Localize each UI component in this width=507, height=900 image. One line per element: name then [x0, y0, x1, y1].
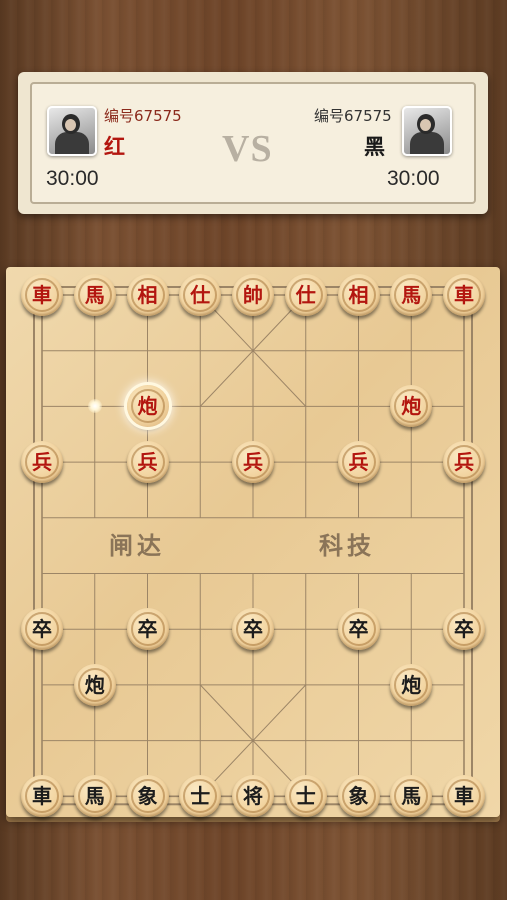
red-piece[interactable]: 兵 — [126, 441, 169, 484]
piece-label: 卒 — [454, 617, 474, 642]
piece-label: 卒 — [137, 617, 158, 642]
piece-label: 兵 — [454, 450, 474, 475]
red-piece[interactable]: 兵 — [443, 441, 485, 484]
piece-label: 仕 — [190, 283, 211, 307]
black-piece[interactable]: 卒 — [126, 608, 169, 651]
red-piece[interactable]: 仕 — [179, 274, 222, 316]
piece-label: 士 — [190, 784, 211, 809]
black-piece[interactable]: 車 — [21, 775, 63, 818]
black-piece[interactable]: 卒 — [443, 608, 485, 651]
piece-label: 炮 — [401, 394, 422, 419]
black-piece[interactable]: 馬 — [73, 775, 116, 818]
piece-label: 炮 — [84, 672, 105, 697]
red-piece[interactable]: 相 — [126, 274, 169, 316]
piece-label: 相 — [137, 283, 158, 307]
piece-label: 兵 — [137, 450, 158, 475]
black-piece[interactable]: 士 — [284, 775, 327, 818]
board-grid — [33, 286, 473, 806]
black-piece[interactable]: 車 — [443, 775, 485, 818]
piece-label: 将 — [243, 784, 263, 809]
vs-label: VS — [222, 128, 273, 170]
piece-label: 兵 — [348, 450, 369, 475]
piece-label: 車 — [454, 784, 474, 809]
chess-board[interactable]: 闸达 科技 — [6, 267, 500, 817]
piece-label: 卒 — [32, 617, 52, 642]
red-player-timer: 30:00 — [46, 167, 99, 190]
red-piece[interactable]: 車 — [21, 274, 63, 316]
red-piece[interactable]: 馬 — [73, 274, 116, 316]
red-player-avatar[interactable] — [47, 106, 97, 156]
black-piece[interactable]: 卒 — [232, 608, 274, 651]
piece-label: 炮 — [137, 394, 158, 419]
piece-label: 仕 — [295, 283, 316, 307]
red-piece[interactable]: 帥 — [232, 274, 274, 316]
piece-label: 馬 — [401, 784, 422, 809]
red-player-id: 编号67575 — [104, 107, 182, 125]
red-piece[interactable]: 仕 — [284, 274, 327, 316]
black-piece[interactable]: 炮 — [73, 663, 116, 706]
piece-label: 象 — [348, 784, 369, 809]
black-piece[interactable]: 卒 — [21, 608, 63, 651]
piece-label: 馬 — [84, 784, 105, 809]
piece-label: 象 — [137, 784, 158, 809]
piece-label: 卒 — [348, 617, 369, 642]
piece-label: 車 — [32, 283, 52, 307]
black-piece[interactable]: 象 — [126, 775, 169, 818]
red-piece[interactable]: 兵 — [21, 441, 63, 484]
black-piece[interactable]: 卒 — [337, 608, 380, 651]
black-player-timer: 30:00 — [387, 167, 440, 190]
piece-label: 兵 — [32, 450, 52, 475]
piece-label: 車 — [32, 784, 52, 809]
red-piece[interactable]: 馬 — [390, 274, 433, 316]
red-piece[interactable]: 兵 — [337, 441, 380, 484]
black-player-id: 编号67575 — [314, 107, 392, 125]
red-piece[interactable]: 炮 — [126, 385, 169, 428]
red-piece[interactable]: 車 — [443, 274, 485, 316]
red-player-name: 红 — [104, 135, 125, 159]
black-player-avatar[interactable] — [402, 106, 452, 156]
piece-label: 兵 — [243, 450, 263, 475]
piece-label: 相 — [348, 283, 369, 307]
piece-label: 士 — [295, 784, 316, 809]
piece-label: 卒 — [243, 617, 263, 642]
piece-label: 馬 — [84, 283, 105, 307]
piece-label: 馬 — [401, 283, 422, 307]
river-text-right: 科技 — [319, 532, 375, 560]
black-piece[interactable]: 炮 — [390, 663, 433, 706]
black-player-name: 黑 — [364, 135, 385, 159]
piece-label: 車 — [454, 283, 474, 307]
black-piece[interactable]: 象 — [337, 775, 380, 818]
red-piece[interactable]: 相 — [337, 274, 380, 316]
river-text-left: 闸达 — [109, 532, 165, 560]
red-piece[interactable]: 兵 — [232, 441, 274, 484]
piece-label: 帥 — [243, 283, 263, 307]
piece-label: 炮 — [401, 672, 422, 697]
black-piece[interactable]: 将 — [232, 775, 274, 818]
